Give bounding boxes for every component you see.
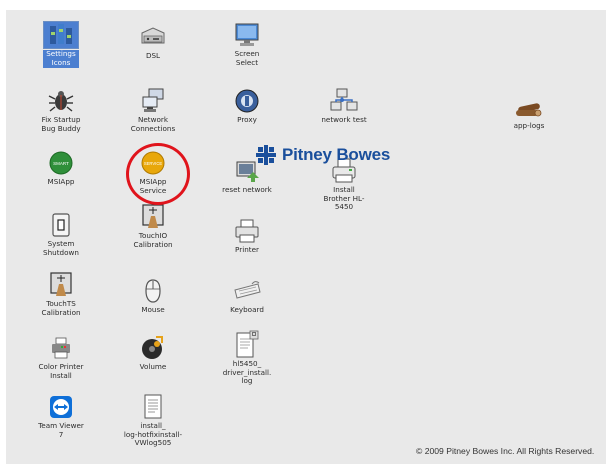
power-icon	[44, 212, 78, 238]
msi-app-shortcut[interactable]: SMART MSIApp	[26, 150, 96, 187]
monitor-icon	[230, 22, 264, 48]
icon-label: Volume	[139, 362, 167, 371]
touch-calibration-icon	[44, 272, 78, 298]
document-icon	[136, 394, 170, 420]
touchts-calibration-shortcut[interactable]: TouchTS Calibration	[26, 272, 96, 317]
icon-label: Screen Select	[234, 49, 260, 67]
volume-shortcut[interactable]: Volume	[118, 335, 188, 372]
icon-label: install_ log-hotfixinstall- VWlog505	[123, 421, 183, 448]
keyboard-shortcut[interactable]: Keyboard	[212, 278, 282, 315]
icon-label: Printer	[235, 245, 259, 254]
hl5450-driver-log-shortcut[interactable]: hl5450_ driver_install. log	[212, 330, 282, 386]
touch-calibration-icon	[136, 204, 170, 230]
pitney-bowes-emblem-icon	[256, 145, 276, 165]
msi-app-icon: SMART	[44, 150, 78, 176]
mouse-icon	[136, 278, 170, 304]
network-test-icon	[327, 88, 361, 114]
icon-label: network test	[321, 115, 367, 124]
app-logs-shortcut[interactable]: app-logs	[494, 94, 564, 131]
icon-label: Team Viewer 7	[38, 421, 84, 439]
printer-icon	[230, 218, 264, 244]
icon-label: TouchIO Calibration	[133, 231, 173, 249]
icon-label: hl5450_ driver_install. log	[222, 359, 272, 386]
icon-label: TouchTS Calibration	[41, 299, 81, 317]
install-log-shortcut[interactable]: install_ log-hotfixinstall- VWlog505	[118, 394, 188, 448]
dsl-modem-icon	[136, 24, 170, 50]
bug-icon	[44, 88, 78, 114]
brand-name: Pitney Bowes	[282, 145, 391, 164]
desktop: Settings Icons Fix Startup Bug Buddy SMA…	[6, 10, 606, 464]
keyboard-icon	[230, 278, 264, 304]
icon-label: Color Printer Install	[38, 362, 84, 380]
system-shutdown-shortcut[interactable]: System Shutdown	[26, 212, 96, 257]
volume-icon	[136, 335, 170, 361]
mouse-shortcut[interactable]: Mouse	[118, 278, 188, 315]
icon-label: DSL	[145, 51, 161, 60]
icon-label: Settings Icons	[43, 50, 79, 68]
icon-label: Keyboard	[230, 305, 264, 314]
network-test-shortcut[interactable]: network test	[309, 88, 379, 125]
fix-startup-shortcut[interactable]: Fix Startup Bug Buddy	[26, 88, 96, 133]
icon-label: MSIApp	[47, 177, 75, 186]
settings-icon	[43, 21, 79, 49]
logs-icon	[512, 94, 546, 120]
dsl-shortcut[interactable]: DSL	[118, 24, 188, 61]
pitney-bowes-logo: Pitney Bowes	[255, 143, 390, 167]
msi-app-service-shortcut[interactable]: SERVICE MSIApp Service	[118, 150, 188, 195]
copyright-notice: © 2009 Pitney Bowes Inc. All Rights Rese…	[416, 446, 595, 456]
icon-label: MSIApp Service	[139, 177, 167, 195]
network-connections-shortcut[interactable]: Network Connections	[118, 88, 188, 133]
printer-shortcut[interactable]: Printer	[212, 218, 282, 255]
touchio-calibration-shortcut[interactable]: TouchIO Calibration	[118, 204, 188, 249]
team-viewer-shortcut[interactable]: Team Viewer 7	[26, 394, 96, 439]
icon-label: System Shutdown	[43, 239, 79, 257]
msi-service-badge: SERVICE	[144, 161, 163, 166]
log-file-icon	[230, 330, 264, 358]
settings-icons-shortcut[interactable]: Settings Icons	[26, 21, 96, 69]
teamviewer-icon	[44, 394, 78, 420]
icon-label: Network Connections	[130, 115, 176, 133]
proxy-icon	[230, 88, 264, 114]
icon-label: reset network	[222, 185, 272, 194]
color-printer-install-shortcut[interactable]: Color Printer Install	[26, 335, 96, 380]
screen-select-shortcut[interactable]: Screen Select	[212, 22, 282, 67]
icon-label: Proxy	[237, 115, 257, 124]
icon-label: Fix Startup Bug Buddy	[41, 115, 81, 133]
msi-app-badge: SMART	[53, 161, 69, 166]
icon-label: Mouse	[141, 305, 165, 314]
msi-service-icon: SERVICE	[136, 150, 170, 176]
proxy-shortcut[interactable]: Proxy	[212, 88, 282, 125]
color-printer-icon	[44, 335, 78, 361]
icon-label: app-logs	[513, 121, 545, 130]
icon-label: Install Brother HL- 5450	[323, 185, 365, 212]
network-icon	[136, 88, 170, 114]
